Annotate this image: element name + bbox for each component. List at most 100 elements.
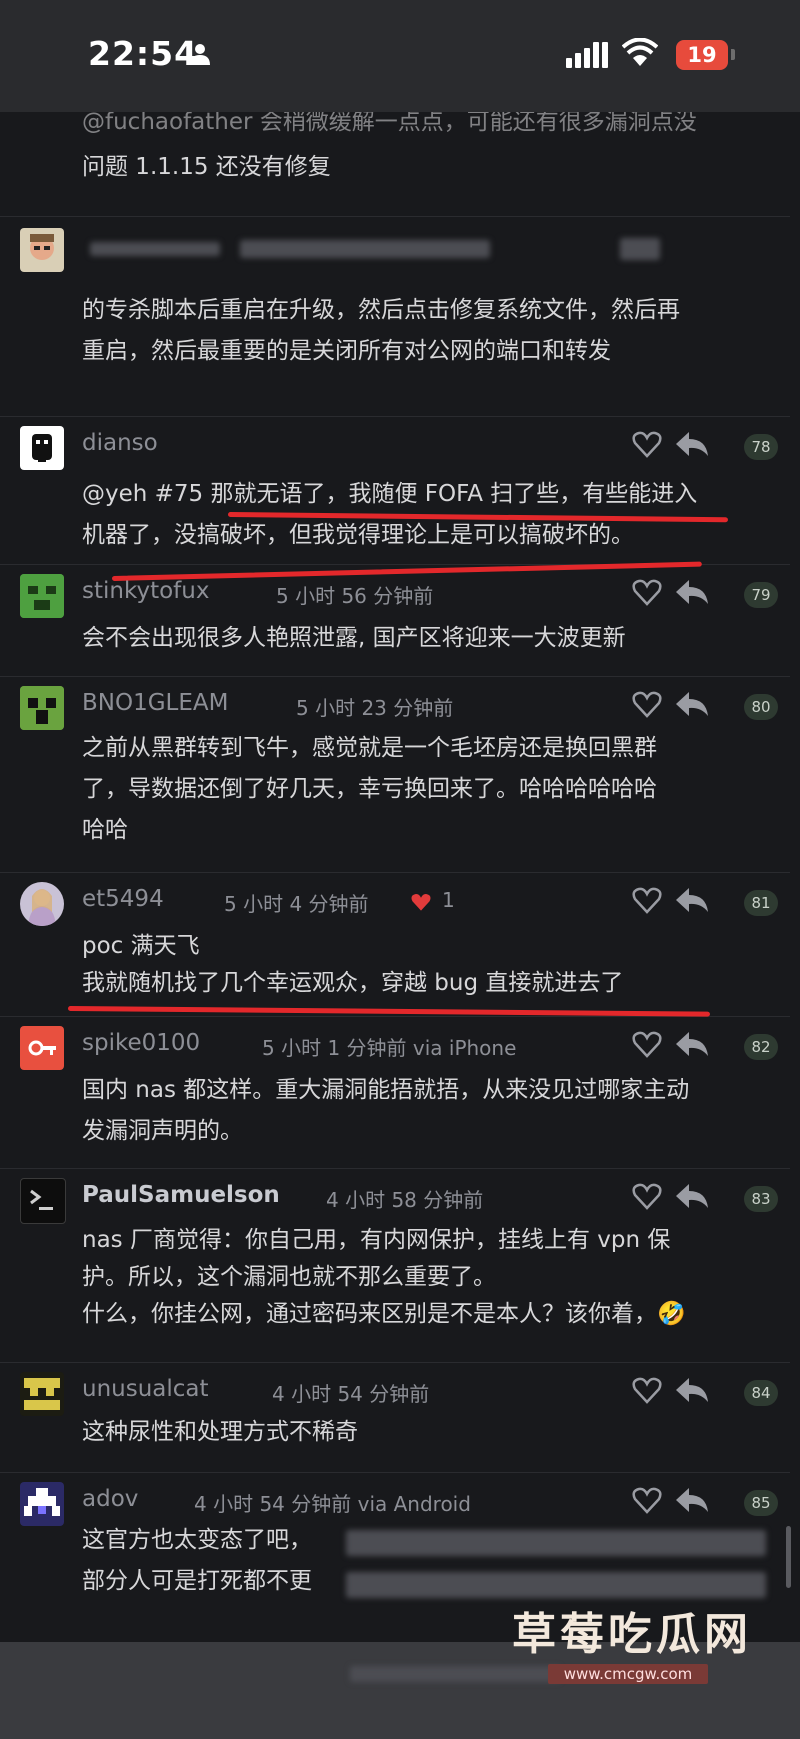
comment-line: 哈哈 [82, 817, 128, 843]
comment-line: 什么，你挂公网，通过密码来区别是不是本人？该你着，🤣 [82, 1301, 686, 1327]
obscured-text [350, 1666, 560, 1682]
floor-badge: 79 [744, 582, 778, 608]
annotation-underline [67, 1006, 710, 1017]
comment-body: 国内 nas 都这样。重大漏洞能捂就捂，从来没见过哪家主动 发漏洞声明的。 [82, 1072, 774, 1150]
comment-line: 发漏洞声明的。 [82, 1118, 243, 1144]
battery-tip [731, 49, 735, 60]
comment-time: 5 小时 23 分钟前 [296, 696, 454, 720]
username[interactable]: et5494 [82, 886, 164, 912]
comment-line: 护。所以，这个漏洞也就不那么重要了。 [82, 1264, 496, 1290]
obscured-header [90, 242, 220, 256]
username[interactable]: spike0100 [82, 1030, 200, 1056]
floor-badge: 83 [744, 1186, 778, 1212]
username[interactable]: unusualcat [82, 1376, 209, 1402]
comment-row: spike0100 5 小时 1 分钟前 via iPhone 82 国内 na… [0, 1016, 790, 1169]
comment-row: et5494 5 小时 4 分钟前 1 81 poc 满天飞 我就随机找了几个幸… [0, 872, 790, 1017]
username[interactable]: adov [82, 1486, 138, 1512]
avatar[interactable] [20, 1372, 64, 1416]
floor-badge: 84 [744, 1380, 778, 1406]
username[interactable]: dianso [82, 430, 158, 456]
comment-line: 这种尿性和处理方式不稀奇 [82, 1419, 358, 1445]
avatar[interactable] [20, 574, 64, 618]
reply-icon[interactable] [674, 1376, 710, 1404]
obscured-text [346, 1530, 766, 1556]
floor-badge: 85 [744, 1490, 778, 1516]
heart-icon[interactable] [632, 578, 662, 606]
comment-row: PaulSamuelson 4 小时 58 分钟前 83 nas 厂商觉得：你自… [0, 1168, 790, 1363]
liked-heart-icon[interactable] [410, 892, 432, 912]
floor-badge: 81 [744, 890, 778, 916]
username[interactable]: BNO1GLEAM [82, 690, 228, 716]
comment-time: 4 小时 58 分钟前 [326, 1188, 484, 1212]
comment-time: 5 小时 4 分钟前 [224, 892, 369, 916]
avatar[interactable] [20, 686, 64, 730]
heart-icon[interactable] [632, 1030, 662, 1058]
comment-line: 问题 1.1.15 还没有修复 [82, 154, 331, 180]
comment-time: 4 小时 54 分钟前 via Android [194, 1492, 471, 1516]
avatar[interactable] [20, 882, 64, 926]
obscured-text [346, 1572, 766, 1598]
floor-badge: 82 [744, 1034, 778, 1060]
reply-icon[interactable] [674, 690, 710, 718]
comment-row: stinkytofux 5 小时 56 分钟前 79 会不会出现很多人艳照泄露,… [0, 564, 790, 677]
comment-line: 会不会出现很多人艳照泄露, 国产区将迎来一大波更新 [82, 625, 626, 651]
like-count: 1 [442, 888, 455, 912]
battery-indicator: 19 [676, 40, 728, 70]
avatar[interactable] [20, 1178, 66, 1224]
comment-row: dianso 78 @yeh #75 那就无语了，我随便 FOFA 扫了些，有些… [0, 416, 790, 581]
comment-time: 5 小时 1 分钟前 via iPhone [262, 1036, 517, 1060]
watermark-title: 草莓吃瓜网 [512, 1609, 752, 1660]
status-bar: 22:54 19 [0, 0, 800, 112]
reply-icon[interactable] [674, 578, 710, 606]
comment-feed[interactable]: @fuchaofather 会稍微缓解一点点，可能还有很多漏洞点没 问题 1.1… [0, 112, 800, 1642]
comment-body: 之前从黑群转到飞牛，感觉就是一个毛坯房还是换回黑群 了，导数据还倒了好几天，幸亏… [82, 730, 774, 849]
comment-row: BNO1GLEAM 5 小时 23 分钟前 80 之前从黑群转到飞牛，感觉就是一… [0, 676, 790, 873]
comment-body: @fuchaofather 会稍微缓解一点点，可能还有很多漏洞点没 问题 1.1… [82, 112, 774, 186]
scrollbar[interactable] [786, 1526, 791, 1588]
comment-body: poc 满天飞 我就随机找了几个幸运观众，穿越 bug 直接就进去了 [82, 928, 774, 1002]
comment-row: @fuchaofather 会稍微缓解一点点，可能还有很多漏洞点没 问题 1.1… [0, 112, 790, 217]
reply-icon[interactable] [674, 1182, 710, 1210]
reply-icon[interactable] [674, 1030, 710, 1058]
comment-time: 5 小时 56 分钟前 [276, 584, 434, 608]
obscured-header [620, 238, 660, 260]
comment-line: 之前从黑群转到飞牛，感觉就是一个毛坯房还是换回黑群 [82, 735, 657, 761]
floor-badge: 80 [744, 694, 778, 720]
reply-icon[interactable] [674, 1486, 710, 1514]
heart-icon[interactable] [632, 1486, 662, 1514]
avatar[interactable] [20, 426, 64, 470]
heart-icon[interactable] [632, 1376, 662, 1404]
heart-icon[interactable] [632, 1182, 662, 1210]
heart-icon[interactable] [632, 430, 662, 458]
comment-line: 国内 nas 都这样。重大漏洞能捂就捂，从来没见过哪家主动 [82, 1077, 690, 1103]
floor-badge: 78 [744, 434, 778, 460]
comment-line: 我就随机找了几个幸运观众，穿越 bug 直接就进去了 [82, 970, 624, 996]
heart-icon[interactable] [632, 690, 662, 718]
heart-icon[interactable] [632, 886, 662, 914]
comment-row: unusualcat 4 小时 54 分钟前 84 这种尿性和处理方式不稀奇 [0, 1362, 790, 1473]
comment-line: nas 厂商觉得：你自己用，有内网保护，挂线上有 vpn 保 [82, 1227, 671, 1253]
comment-time: 4 小时 54 分钟前 [272, 1382, 430, 1406]
avatar[interactable] [20, 1026, 64, 1070]
comment-row: 的专杀脚本后重启在升级，然后点击修复系统文件，然后再 重启，然后最重要的是关闭所… [0, 216, 790, 417]
cellular-signal-icon [566, 42, 608, 68]
comment-body: nas 厂商觉得：你自己用，有内网保护，挂线上有 vpn 保 护。所以，这个漏洞… [82, 1222, 774, 1333]
avatar[interactable] [20, 1482, 64, 1526]
status-time: 22:54 [88, 34, 199, 73]
username[interactable]: PaulSamuelson [82, 1182, 280, 1208]
comment-line: 重启，然后最重要的是关闭所有对公网的端口和转发 [82, 338, 611, 364]
watermark-url: www.cmcgw.com [548, 1664, 708, 1684]
username[interactable]: stinkytofux [82, 578, 209, 604]
comment-line: 了，导数据还倒了好几天，幸亏换回来了。哈哈哈哈哈哈 [82, 776, 657, 802]
wifi-icon [622, 38, 658, 66]
comment-body: 这种尿性和处理方式不稀奇 [82, 1414, 774, 1451]
reply-icon[interactable] [674, 430, 710, 458]
person-icon [190, 44, 210, 65]
comment-line: 机器了，没搞破坏，但我觉得理论上是可以搞破坏的。 [82, 522, 634, 548]
comment-line: poc 满天飞 [82, 933, 200, 959]
comment-line: @yeh #75 那就无语了，我随便 FOFA 扫了些，有些能进入 [82, 481, 698, 507]
comment-line: 的专杀脚本后重启在升级，然后点击修复系统文件，然后再 [82, 297, 680, 323]
comment-line: @fuchaofather 会稍微缓解一点点，可能还有很多漏洞点没 [82, 112, 697, 135]
avatar[interactable] [20, 228, 64, 272]
reply-icon[interactable] [674, 886, 710, 914]
